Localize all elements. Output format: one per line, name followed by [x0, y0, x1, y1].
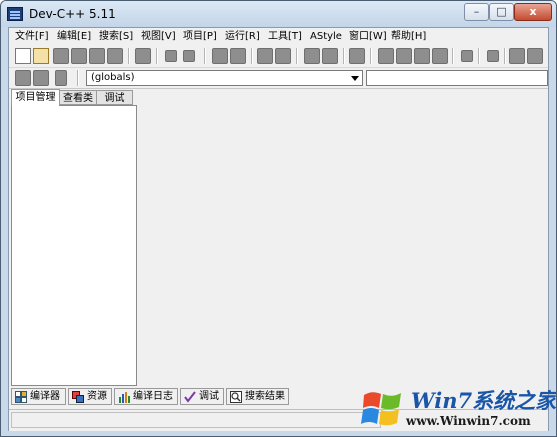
app-window: Dev-C++ 5.11 – □ x 文件[F] 编辑[E] 搜索[S] 视图[…: [0, 0, 557, 437]
close-all-icon[interactable]: [107, 48, 123, 64]
bookmark-icon[interactable]: [349, 48, 365, 64]
tab-debug[interactable]: 调试: [96, 90, 133, 105]
redo-icon[interactable]: [183, 50, 195, 62]
new-project-icon[interactable]: [15, 70, 31, 86]
tab-search-results-label: 搜索结果: [245, 391, 285, 402]
run-icon[interactable]: [396, 48, 412, 64]
find-icon[interactable]: [212, 48, 228, 64]
stop-execution-icon[interactable]: [487, 50, 499, 62]
toolbar-separator: [251, 48, 253, 64]
menu-project[interactable]: 项目[P]: [181, 29, 219, 44]
tab-class-browser[interactable]: 查看类: [59, 90, 97, 105]
save-all-icon[interactable]: [71, 48, 87, 64]
tab-compile-log-label: 编译日志: [133, 391, 173, 402]
tab-debug-output[interactable]: 调试: [180, 388, 224, 405]
grid-icon: [15, 391, 27, 403]
add-to-project-icon[interactable]: [33, 70, 49, 86]
tab-search-results[interactable]: 搜索结果: [226, 388, 289, 405]
menu-help[interactable]: 帮助[H]: [389, 29, 428, 44]
profile-icon[interactable]: [509, 48, 525, 64]
resources-icon: [72, 391, 84, 403]
watermark-url: www.Winwin7.com: [406, 414, 531, 428]
tab-compiler[interactable]: 编译器: [11, 388, 66, 405]
goto-forward-icon[interactable]: [322, 48, 338, 64]
toolbar-separator: [156, 48, 158, 64]
close-file-icon[interactable]: [89, 48, 105, 64]
toolbar-separator: [128, 48, 130, 64]
tab-resources[interactable]: 资源: [68, 388, 112, 405]
main-toolbar: [9, 45, 548, 67]
menu-tools[interactable]: 工具[T]: [266, 29, 304, 44]
scope-combo-value: (globals): [91, 72, 135, 83]
indent-icon[interactable]: [257, 48, 273, 64]
print-icon[interactable]: [135, 48, 151, 64]
profile-delete-icon[interactable]: [527, 48, 543, 64]
menu-window[interactable]: 窗口[W]: [347, 29, 389, 44]
tab-resources-label: 资源: [87, 391, 107, 402]
close-button[interactable]: x: [514, 3, 552, 21]
secondary-toolbar: (globals): [9, 67, 548, 89]
tab-compiler-label: 编译器: [30, 391, 60, 402]
goto-back-icon[interactable]: [304, 48, 320, 64]
toolbar-separator: [296, 48, 298, 64]
check-syntax-icon[interactable]: [461, 50, 473, 62]
replace-icon[interactable]: [230, 48, 246, 64]
save-icon[interactable]: [53, 48, 69, 64]
bar-chart-icon: [119, 392, 130, 403]
undo-icon[interactable]: [165, 50, 177, 62]
compile-icon[interactable]: [378, 48, 394, 64]
scope-combo[interactable]: (globals): [86, 70, 363, 86]
search-icon: [230, 391, 242, 403]
menu-astyle[interactable]: AStyle: [308, 29, 344, 44]
toolbar-separator: [370, 48, 372, 64]
toolbar-separator: [504, 48, 506, 64]
rebuild-all-icon[interactable]: [432, 48, 448, 64]
toolbar-separator: [204, 48, 206, 64]
title-bar[interactable]: Dev-C++ 5.11 – □ x: [1, 1, 556, 27]
project-tree-panel[interactable]: [11, 105, 137, 386]
maximize-button[interactable]: □: [489, 3, 514, 21]
menu-file[interactable]: 文件[F]: [13, 29, 51, 44]
new-file-icon[interactable]: [15, 48, 31, 64]
app-logo-icon: [7, 7, 23, 21]
chevron-down-icon[interactable]: [351, 76, 359, 81]
client-area: 文件[F] 编辑[E] 搜索[S] 视图[V] 项目[P] 运行[R] 工具[T…: [8, 27, 549, 431]
watermark-logo-text: Win7系统之家: [411, 388, 557, 413]
remove-from-project-icon[interactable]: [55, 70, 67, 86]
toolbar-separator: [478, 48, 480, 64]
compile-run-icon[interactable]: [414, 48, 430, 64]
toolbar-separator: [343, 48, 345, 64]
unindent-icon[interactable]: [275, 48, 291, 64]
toolbar-separator: [77, 70, 79, 86]
menu-edit[interactable]: 编辑[E]: [55, 29, 93, 44]
tab-compile-log[interactable]: 编译日志: [114, 388, 178, 405]
menu-search[interactable]: 搜索[S]: [97, 29, 135, 44]
open-file-icon[interactable]: [33, 48, 49, 64]
site-watermark: Win7系统之家 www.Winwin7.com: [356, 383, 556, 435]
checkmark-icon: [184, 391, 196, 403]
tab-project-manager[interactable]: 项目管理: [11, 89, 60, 106]
menu-bar: 文件[F] 编辑[E] 搜索[S] 视图[V] 项目[P] 运行[R] 工具[T…: [9, 28, 548, 45]
windows-logo-icon: [361, 392, 401, 426]
menu-run[interactable]: 运行[R]: [223, 29, 262, 44]
toolbar-separator: [452, 48, 454, 64]
editor-area[interactable]: [139, 89, 548, 386]
tab-debug-output-label: 调试: [199, 391, 219, 402]
window-title: Dev-C++ 5.11: [29, 7, 116, 21]
symbol-combo[interactable]: [366, 70, 548, 86]
menu-view[interactable]: 视图[V]: [139, 29, 178, 44]
status-pane: [11, 412, 381, 428]
minimize-button[interactable]: –: [464, 3, 489, 21]
